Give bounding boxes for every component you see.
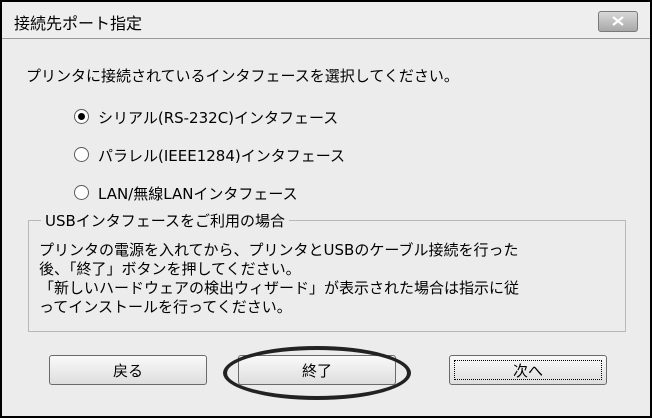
radio-button-parallel[interactable] — [74, 147, 89, 162]
instruction-text: プリンタに接続されているインタフェースを選択してください。 — [26, 67, 459, 85]
usb-instructions: プリンタの電源を入れてから、プリンタとUSBのケーブル接続を行った 後、「終了」… — [39, 241, 619, 317]
finish-button-label: 終了 — [301, 362, 332, 380]
usb-instruction-line: ってインストールを行ってください。 — [39, 298, 292, 316]
finish-button[interactable]: 終了 — [238, 355, 396, 385]
window-title: 接続先ポート指定 — [14, 14, 143, 33]
usb-instruction-line: プリンタの電源を入れてから、プリンタとUSBのケーブル接続を行った — [39, 241, 519, 259]
radio-button-lan[interactable] — [74, 185, 89, 200]
usb-group-title: USBインタフェースをご利用の場合 — [41, 210, 290, 231]
dialog-window: 接続先ポート指定 プリンタに接続されているインタフェースを選択してください。 シ… — [0, 0, 652, 418]
radio-label-parallel[interactable]: パラレル(IEEE1284)インタフェース — [98, 145, 345, 166]
close-icon — [612, 16, 624, 26]
usb-info-group: USBインタフェースをご利用の場合 プリンタの電源を入れてから、プリンタとUSB… — [28, 210, 626, 332]
radio-button-serial[interactable] — [74, 109, 89, 124]
back-button[interactable]: 戻る — [49, 355, 207, 385]
dialog-body: プリンタに接続されているインタフェースを選択してください。 シリアル(RS-23… — [2, 39, 650, 416]
next-button-label: 次へ — [512, 362, 543, 380]
next-button[interactable]: 次へ — [449, 355, 607, 385]
usb-instruction-line: 後、「終了」ボタンを押してください。 — [39, 260, 301, 278]
close-button[interactable] — [598, 11, 638, 32]
title-bar[interactable]: 接続先ポート指定 — [2, 2, 650, 39]
usb-instruction-line: 「新しいハードウェアの検出ウィザード」が表示された場合は指示に従 — [39, 279, 520, 297]
radio-label-serial[interactable]: シリアル(RS-232C)インタフェース — [98, 107, 338, 128]
radio-label-lan[interactable]: LAN/無線LANインタフェース — [98, 183, 298, 204]
back-button-label: 戻る — [112, 362, 143, 380]
